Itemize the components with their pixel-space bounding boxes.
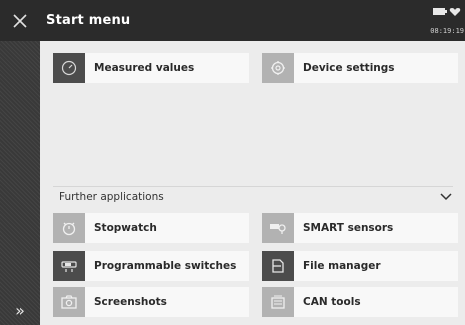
can-bus-icon xyxy=(262,287,294,317)
page-title: Start menu xyxy=(46,13,131,28)
tile-label: File manager xyxy=(303,260,381,272)
tile-measured-values[interactable]: Measured values xyxy=(53,53,249,83)
tile-label: Screenshots xyxy=(94,296,167,308)
close-button[interactable] xyxy=(0,0,40,41)
tile-label: Measured values xyxy=(94,62,195,74)
main-content: Measured values Device settings Further … xyxy=(41,41,465,325)
tile-stopwatch[interactable]: Stopwatch xyxy=(53,213,249,243)
stopwatch-icon xyxy=(53,213,85,243)
tile-programmable-switches[interactable]: Programmable switches xyxy=(53,251,249,281)
sidebar: » xyxy=(0,41,40,325)
camera-icon xyxy=(53,287,85,317)
tile-smart-sensors[interactable]: SMART sensors xyxy=(262,213,458,243)
chevron-down-icon[interactable] xyxy=(439,192,453,202)
tile-label: CAN tools xyxy=(303,296,361,308)
tile-can-tools[interactable]: CAN tools xyxy=(262,287,458,317)
clock-time: 08:19:19 xyxy=(430,27,464,35)
expand-sidebar-button[interactable]: » xyxy=(0,295,40,325)
tile-label: Stopwatch xyxy=(94,222,157,234)
gauge-icon xyxy=(53,53,85,83)
tile-label: Programmable switches xyxy=(94,260,237,272)
heart-icon xyxy=(449,8,461,16)
tile-label: SMART sensors xyxy=(303,222,394,234)
section-divider xyxy=(53,186,453,187)
status-icons xyxy=(432,6,462,18)
sensor-icon xyxy=(262,213,294,243)
battery-icon xyxy=(433,8,447,15)
further-applications-header[interactable]: Further applications xyxy=(59,191,164,203)
top-bar: Start menu 08:19:19 xyxy=(0,0,465,41)
tile-device-settings[interactable]: Device settings xyxy=(262,53,458,83)
tile-screenshots[interactable]: Screenshots xyxy=(53,287,249,317)
close-icon xyxy=(13,13,27,28)
switch-icon xyxy=(53,251,85,281)
settings-icon xyxy=(262,53,294,83)
tile-file-manager[interactable]: File manager xyxy=(262,251,458,281)
folder-icon xyxy=(262,251,294,281)
tile-label: Device settings xyxy=(303,62,395,74)
